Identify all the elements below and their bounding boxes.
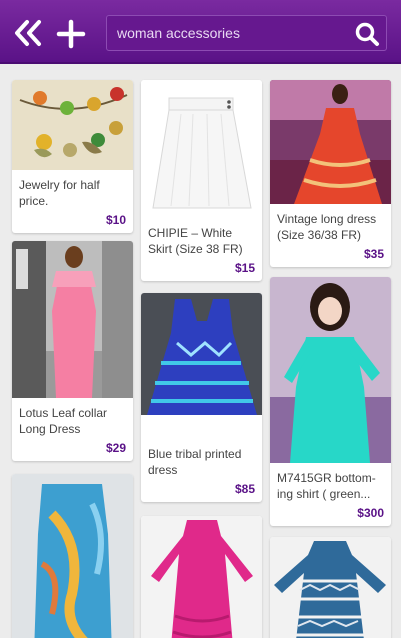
product-image-green-shirt-dress: [270, 277, 391, 463]
plus-icon: [56, 19, 86, 49]
product-card[interactable]: CHIPIE – White Skirt (Size 38 FR) $15: [141, 80, 262, 281]
product-card[interactable]: M7415GR bottom-ing shirt ( green... $300: [270, 277, 391, 526]
product-card[interactable]: Jewelry for half price. $10: [12, 80, 133, 233]
product-title: Blue tribal printed dress: [148, 447, 242, 477]
search-box: [106, 15, 387, 51]
product-image-pink-ruffle-dress: [141, 516, 262, 638]
add-button[interactable]: [56, 19, 86, 49]
product-title: Jewelry for half price.: [19, 178, 100, 208]
product-card[interactable]: [141, 516, 262, 638]
product-title: Vintage long dress (Size 36/38 FR): [277, 212, 377, 242]
product-card[interactable]: [12, 474, 133, 638]
product-price: $10: [105, 213, 126, 227]
product-image-silk-dress: [12, 474, 133, 638]
back-button[interactable]: [13, 18, 43, 48]
product-price: $15: [234, 261, 255, 275]
product-card[interactable]: [270, 537, 391, 638]
product-card[interactable]: Lotus Leaf collar Long Dress $29: [12, 241, 133, 461]
product-image-pink-dress: [12, 241, 133, 398]
product-title: Lotus Leaf collar Long Dress: [19, 406, 108, 436]
search-input[interactable]: [117, 16, 347, 50]
double-chevron-left-icon: [15, 20, 41, 46]
product-image-blue-pattern-dress: [270, 537, 391, 638]
product-card[interactable]: Vintage long dress (Size 36/38 FR) $35: [270, 80, 391, 267]
top-bar: [0, 0, 401, 64]
magnifier-icon: [355, 22, 379, 46]
product-price: $35: [363, 247, 384, 261]
product-title: M7415GR bottom-ing shirt ( green...: [277, 471, 376, 501]
product-price: $85: [234, 482, 255, 496]
search-button[interactable]: [354, 21, 380, 47]
product-image-bracelet: [12, 80, 133, 170]
product-image-vintage-dress: [270, 80, 391, 204]
product-title: CHIPIE – White Skirt (Size 38 FR): [148, 226, 243, 256]
product-card[interactable]: Blue tribal printed dress $85: [141, 293, 262, 502]
product-image-white-skirt: [141, 80, 262, 218]
product-price: $300: [357, 506, 384, 520]
product-price: $29: [105, 441, 126, 455]
product-image-tribal-dress: [141, 293, 262, 439]
